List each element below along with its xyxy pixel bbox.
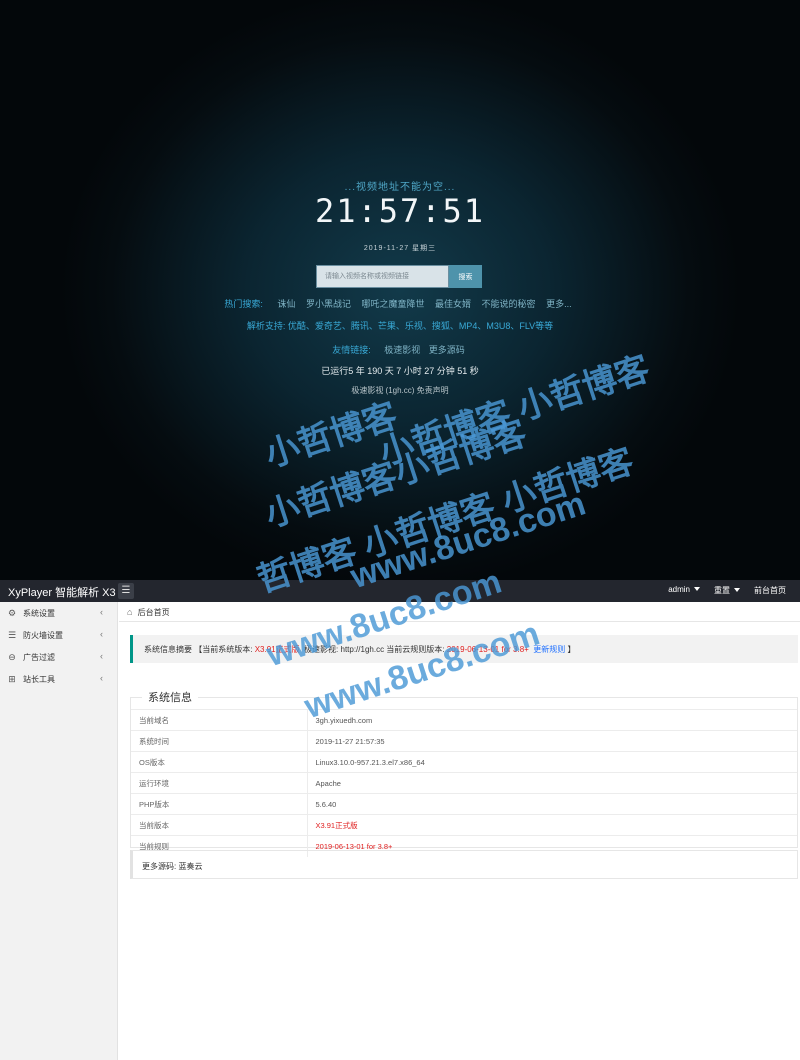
list-icon: ☰ <box>7 630 17 640</box>
admin-topbar: XyPlayer 智能解析 X3 ☰ admin 重置 前台首页 <box>0 580 800 602</box>
summary-rule: 2019-06-13-01 for 3.8+ <box>446 645 529 654</box>
summary-prefix: 系统信息摘要 【当前系统版本: <box>144 645 253 654</box>
notice-text: ...视频地址不能为空... <box>344 182 456 193</box>
search-button[interactable]: 搜索 <box>449 265 482 288</box>
chevron-left-icon: ‹ <box>100 629 103 639</box>
sidebar-item-label: 站长工具 <box>23 674 55 684</box>
hot-search-item[interactable]: 最佳女婿 <box>435 299 471 309</box>
summary-mid: 极速影视: http://1gh.cc 当前云规则版本: <box>304 645 445 654</box>
gear-icon: ⚙ <box>7 608 17 618</box>
info-value: X3.91正式版 <box>307 814 797 836</box>
sidebar-item-adfilter[interactable]: ⊖ 广告过滤 ‹ <box>0 646 117 668</box>
info-value: Apache <box>307 772 797 794</box>
sidebar-item-tools[interactable]: ⊞ 站长工具 ‹ <box>0 668 117 690</box>
friend-link[interactable]: 更多源码 <box>429 345 465 355</box>
hot-search-more[interactable]: 更多... <box>546 299 572 309</box>
info-key: 当前版本 <box>131 814 308 836</box>
filter-icon: ⊖ <box>8 652 16 662</box>
home-icon[interactable]: ⌂ <box>127 607 132 617</box>
site-disclaimer[interactable]: 极速影视 (1gh.cc) 免责声明 <box>0 385 800 396</box>
info-key: PHP版本 <box>131 793 308 815</box>
chevron-left-icon: ‹ <box>100 607 103 617</box>
hot-search: 热门搜索: 诛仙 罗小黑战记 哪吒之魔童降世 最佳女婿 不能说的秘密 更多... <box>0 297 800 310</box>
sidebar-item-system[interactable]: ⚙ 系统设置 ‹ <box>0 602 117 624</box>
clock-display: 21:57:51 <box>314 192 486 230</box>
info-key: 运行环境 <box>131 772 308 794</box>
sidebar-item-label: 广告过滤 <box>23 652 55 662</box>
sidebar-item-firewall[interactable]: ☰ 防火墙设置 ‹ <box>0 624 117 646</box>
front-home-link[interactable]: 前台首页 <box>754 585 786 596</box>
chevron-left-icon: ‹ <box>100 673 103 683</box>
user-name: admin <box>668 585 690 594</box>
support-text: 解析支持: 优酷、爱奇艺、腾讯、芒果、乐视、搜狐、MP4、M3U8、FLV等等 <box>246 321 554 331</box>
reset-label: 重置 <box>714 586 730 595</box>
hot-search-label: 热门搜索: <box>224 299 263 309</box>
info-value: 3gh.yixuedh.com <box>307 709 797 731</box>
table-row: OS版本 Linux3.10.0-957.21.3.el7.x86_64 <box>131 751 797 773</box>
search-input[interactable] <box>316 265 449 288</box>
info-value: Linux3.10.0-957.21.3.el7.x86_64 <box>307 751 797 773</box>
table-row: 当前域名 3gh.yixuedh.com <box>131 709 797 731</box>
more-source-note: 更多源码: 蓝奏云 <box>130 850 798 879</box>
info-key: OS版本 <box>131 751 308 773</box>
breadcrumb-label[interactable]: 后台首页 <box>138 608 170 617</box>
user-menu[interactable]: admin <box>668 585 700 596</box>
system-info-panel: 系统信息 当前域名 3gh.yixuedh.com 系统时间 2019-11-27 … <box>130 689 798 857</box>
hot-search-item[interactable]: 不能说的秘密 <box>482 299 536 309</box>
info-key: 当前域名 <box>131 709 308 731</box>
sidebar-item-label: 系统设置 <box>23 608 55 618</box>
friend-links-label: 友情链接: <box>332 345 371 355</box>
chevron-left-icon: ‹ <box>100 651 103 661</box>
table-row: 系统时间 2019-11-27 21:57:35 <box>131 730 797 752</box>
info-key: 系统时间 <box>131 730 308 752</box>
runtime-text: 已运行5 年 190 天 7 小时 27 分钟 51 秒 <box>321 366 479 376</box>
sidebar-item-label: 防火墙设置 <box>23 630 63 640</box>
friend-links: 友情链接: 极速影视 更多源码 <box>0 343 800 356</box>
admin-panel: XyPlayer 智能解析 X3 ☰ admin 重置 前台首页 ⚙ 系统设置 … <box>0 580 800 1060</box>
main-content: ⌂ 后台首页 系统信息摘要 【当前系统版本: X3.91正式版 极速影视: ht… <box>119 602 800 1060</box>
table-row: PHP版本 5.6.40 <box>131 793 797 815</box>
info-value: 5.6.40 <box>307 793 797 815</box>
table-row: 运行环境 Apache <box>131 772 797 794</box>
brand-title: XyPlayer 智能解析 X3 <box>8 587 116 599</box>
caret-down-icon <box>694 587 700 591</box>
reset-menu[interactable]: 重置 <box>714 585 740 596</box>
search-bar: 搜索 <box>316 265 482 288</box>
hot-search-item[interactable]: 哪吒之魔童降世 <box>361 299 424 309</box>
friend-link[interactable]: 极速影视 <box>384 345 420 355</box>
update-rule-link[interactable]: 更新规则 <box>533 645 565 654</box>
hot-search-item[interactable]: 罗小黑战记 <box>306 299 351 309</box>
hot-search-item[interactable]: 诛仙 <box>277 299 295 309</box>
breadcrumb: ⌂ 后台首页 <box>119 602 800 622</box>
topbar-right: admin 重置 前台首页 <box>668 585 786 596</box>
summary-suffix: 】 <box>567 645 576 654</box>
info-value: 2019-11-27 21:57:35 <box>307 730 797 752</box>
grid-icon: ⊞ <box>8 674 16 684</box>
system-summary: 系统信息摘要 【当前系统版本: X3.91正式版 极速影视: http://1g… <box>130 635 798 663</box>
front-page: ...视频地址不能为空... 21:57:51 2019-11-27 星期三 搜… <box>0 0 800 580</box>
date-display: 2019-11-27 星期三 <box>363 245 437 252</box>
table-row: 当前版本 X3.91正式版 <box>131 814 797 836</box>
system-info-table: 当前域名 3gh.yixuedh.com 系统时间 2019-11-27 21:57… <box>131 709 797 857</box>
caret-down-icon <box>734 588 740 592</box>
sidebar: ⚙ 系统设置 ‹ ☰ 防火墙设置 ‹ ⊖ 广告过滤 ‹ ⊞ 站长工具 ‹ <box>0 602 118 1060</box>
list-icon[interactable]: ☰ <box>118 583 134 599</box>
summary-version: X3.91正式版 <box>254 645 300 654</box>
system-info-title: 系统信息 <box>142 689 198 705</box>
